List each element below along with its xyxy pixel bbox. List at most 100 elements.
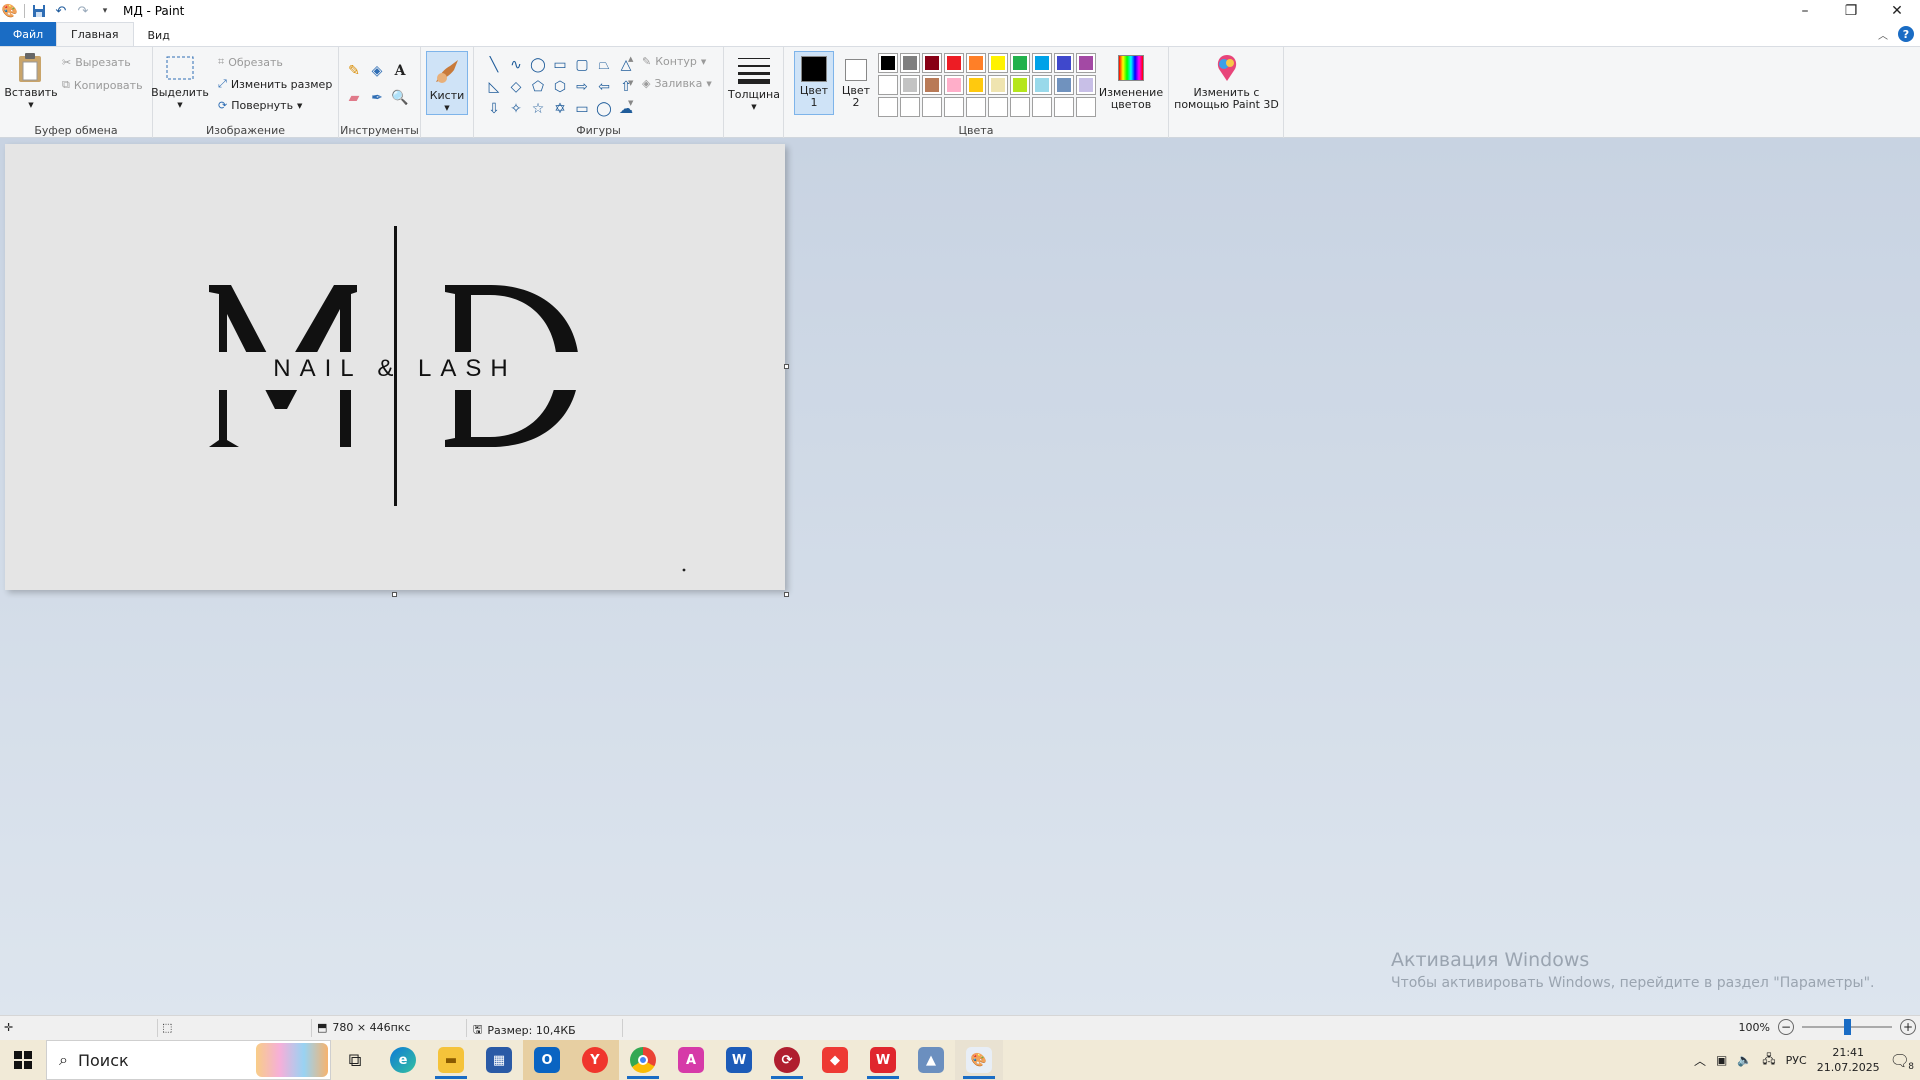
custom-color-slot[interactable] xyxy=(1010,97,1030,117)
palette-swatch[interactable] xyxy=(900,53,920,73)
zoom-out-button[interactable]: − xyxy=(1778,1019,1794,1035)
palette-swatch[interactable] xyxy=(1076,75,1096,95)
outlook-icon[interactable]: O xyxy=(523,1040,571,1080)
paint-taskbar-icon[interactable]: 🎨 xyxy=(955,1040,1003,1080)
palette-swatch[interactable] xyxy=(878,75,898,95)
palette-swatch[interactable] xyxy=(988,53,1008,73)
palette-swatch[interactable] xyxy=(900,75,920,95)
curve-shape-icon[interactable]: ∿ xyxy=(506,55,526,75)
edit-colors-button[interactable]: Изменение цветов xyxy=(1098,51,1164,111)
color1-button[interactable]: Цвет 1 xyxy=(794,51,834,115)
hexagon-shape-icon[interactable]: ⬡ xyxy=(550,77,570,97)
file-explorer-icon[interactable]: ▬ xyxy=(427,1040,475,1080)
custom-color-slot[interactable] xyxy=(944,97,964,117)
paint-app-icon[interactable]: 🎨 xyxy=(2,3,18,19)
redo-icon[interactable]: ↷ xyxy=(75,3,91,19)
six-point-star-shape-icon[interactable]: ✡ xyxy=(550,99,570,119)
app-landscape-icon[interactable]: ▲ xyxy=(907,1040,955,1080)
custom-color-slot[interactable] xyxy=(1032,97,1052,117)
palette-swatch[interactable] xyxy=(922,75,942,95)
undo-icon[interactable]: ↶ xyxy=(53,3,69,19)
tab-home[interactable]: Главная xyxy=(56,22,134,46)
palette-swatch[interactable] xyxy=(944,75,964,95)
resize-button[interactable]: ⤢ Изменить размер xyxy=(218,77,332,91)
clock[interactable]: 21:41 21.07.2025 xyxy=(1817,1045,1880,1075)
cut-button[interactable]: ✂ Вырезать xyxy=(62,56,131,69)
five-point-star-shape-icon[interactable]: ☆ xyxy=(528,99,548,119)
anydesk-icon[interactable]: ◆ xyxy=(811,1040,859,1080)
brushes-button[interactable]: Кисти ▼ xyxy=(426,51,468,115)
fill-bucket-icon[interactable]: ◈ xyxy=(367,61,387,81)
canvas-workspace[interactable]: NAIL & LASH xyxy=(0,138,1920,1015)
palette-swatch[interactable] xyxy=(1032,75,1052,95)
task-view-icon[interactable]: ⧉ xyxy=(331,1040,379,1080)
fill-button[interactable]: ◈ Заливка ▼ xyxy=(642,77,712,90)
rounded-callout-shape-icon[interactable]: ▭ xyxy=(572,99,592,119)
custom-color-slot[interactable] xyxy=(900,97,920,117)
store-icon[interactable]: ▦ xyxy=(475,1040,523,1080)
resize-handle-corner[interactable] xyxy=(784,592,789,597)
language-indicator[interactable]: РУС xyxy=(1786,1054,1807,1067)
crop-button[interactable]: ⌗ Обрезать xyxy=(218,55,283,69)
restore-button[interactable]: ❐ xyxy=(1828,0,1874,22)
rectangle-shape-icon[interactable]: ▭ xyxy=(550,55,570,75)
close-button[interactable]: ✕ xyxy=(1874,0,1920,22)
yandex-browser-icon[interactable]: Y xyxy=(571,1040,619,1080)
polygon-shape-icon[interactable]: ⏢ xyxy=(594,55,614,75)
select-button[interactable]: Выделить ▼ xyxy=(151,51,209,111)
down-arrow-shape-icon[interactable]: ⇩ xyxy=(484,99,504,119)
zoom-in-button[interactable]: + xyxy=(1900,1019,1916,1035)
pencil-icon[interactable]: ✎ xyxy=(344,61,364,81)
word-icon[interactable]: W xyxy=(715,1040,763,1080)
network-icon[interactable]: 🖧 xyxy=(1762,1050,1775,1071)
save-icon[interactable] xyxy=(31,3,47,19)
line-shape-icon[interactable]: ╲ xyxy=(484,55,504,75)
palette-swatch[interactable] xyxy=(1076,53,1096,73)
shapes-scroll-down-icon[interactable]: ▼ xyxy=(628,79,633,87)
custom-color-slot[interactable] xyxy=(878,97,898,117)
taskbar-search[interactable]: ⌕ Поиск xyxy=(46,1040,331,1080)
palette-swatch[interactable] xyxy=(1010,53,1030,73)
customize-quick-access-icon[interactable]: ▾ xyxy=(97,3,113,19)
zoom-slider-thumb[interactable] xyxy=(1844,1019,1851,1035)
shapes-expand-icon[interactable]: ▼ xyxy=(628,99,633,107)
outline-button[interactable]: ✎ Контур ▼ xyxy=(642,55,706,68)
palette-swatch[interactable] xyxy=(878,53,898,73)
resize-handle-right[interactable] xyxy=(784,364,789,369)
size-button[interactable]: Толщина ▼ xyxy=(728,53,780,113)
chrome-icon[interactable] xyxy=(619,1040,667,1080)
color-picker-icon[interactable]: ✒ xyxy=(367,88,387,108)
color2-button[interactable]: Цвет 2 xyxy=(836,51,876,109)
palette-swatch[interactable] xyxy=(944,53,964,73)
custom-color-slot[interactable] xyxy=(1054,97,1074,117)
custom-color-slot[interactable] xyxy=(922,97,942,117)
notifications-button[interactable]: 🗨 8 xyxy=(1890,1051,1914,1072)
paste-button[interactable]: Вставить ▼ xyxy=(4,51,58,111)
rotate-button[interactable]: ⟳ Повернуть ▼ xyxy=(218,99,302,112)
app-red-circle-icon[interactable]: ⟳ xyxy=(763,1040,811,1080)
rounded-rectangle-shape-icon[interactable]: ▢ xyxy=(572,55,592,75)
custom-color-slot[interactable] xyxy=(1076,97,1096,117)
palette-swatch[interactable] xyxy=(1010,75,1030,95)
oval-callout-shape-icon[interactable]: ◯ xyxy=(594,99,614,119)
palette-swatch[interactable] xyxy=(966,53,986,73)
custom-color-slot[interactable] xyxy=(988,97,1008,117)
four-point-star-shape-icon[interactable]: ✧ xyxy=(506,99,526,119)
tab-view[interactable]: Вид xyxy=(134,24,184,46)
minimize-button[interactable]: – xyxy=(1782,0,1828,22)
palette-swatch[interactable] xyxy=(966,75,986,95)
meet-now-icon[interactable]: ▣ xyxy=(1716,1053,1727,1067)
palette-swatch[interactable] xyxy=(988,75,1008,95)
text-tool-icon[interactable]: A xyxy=(390,61,410,81)
palette-swatch[interactable] xyxy=(1032,53,1052,73)
pentagon-shape-icon[interactable]: ⬠ xyxy=(528,77,548,97)
right-arrow-shape-icon[interactable]: ⇨ xyxy=(572,77,592,97)
help-icon[interactable]: ? xyxy=(1898,26,1914,42)
oval-shape-icon[interactable]: ◯ xyxy=(528,55,548,75)
volume-icon[interactable]: 🔈 xyxy=(1737,1053,1752,1067)
angular-icon[interactable]: A xyxy=(667,1040,715,1080)
start-button[interactable] xyxy=(0,1040,46,1080)
drawing-canvas[interactable]: NAIL & LASH xyxy=(5,144,785,590)
show-hidden-icons-icon[interactable]: ︿ xyxy=(1694,1052,1706,1069)
custom-color-slot[interactable] xyxy=(966,97,986,117)
